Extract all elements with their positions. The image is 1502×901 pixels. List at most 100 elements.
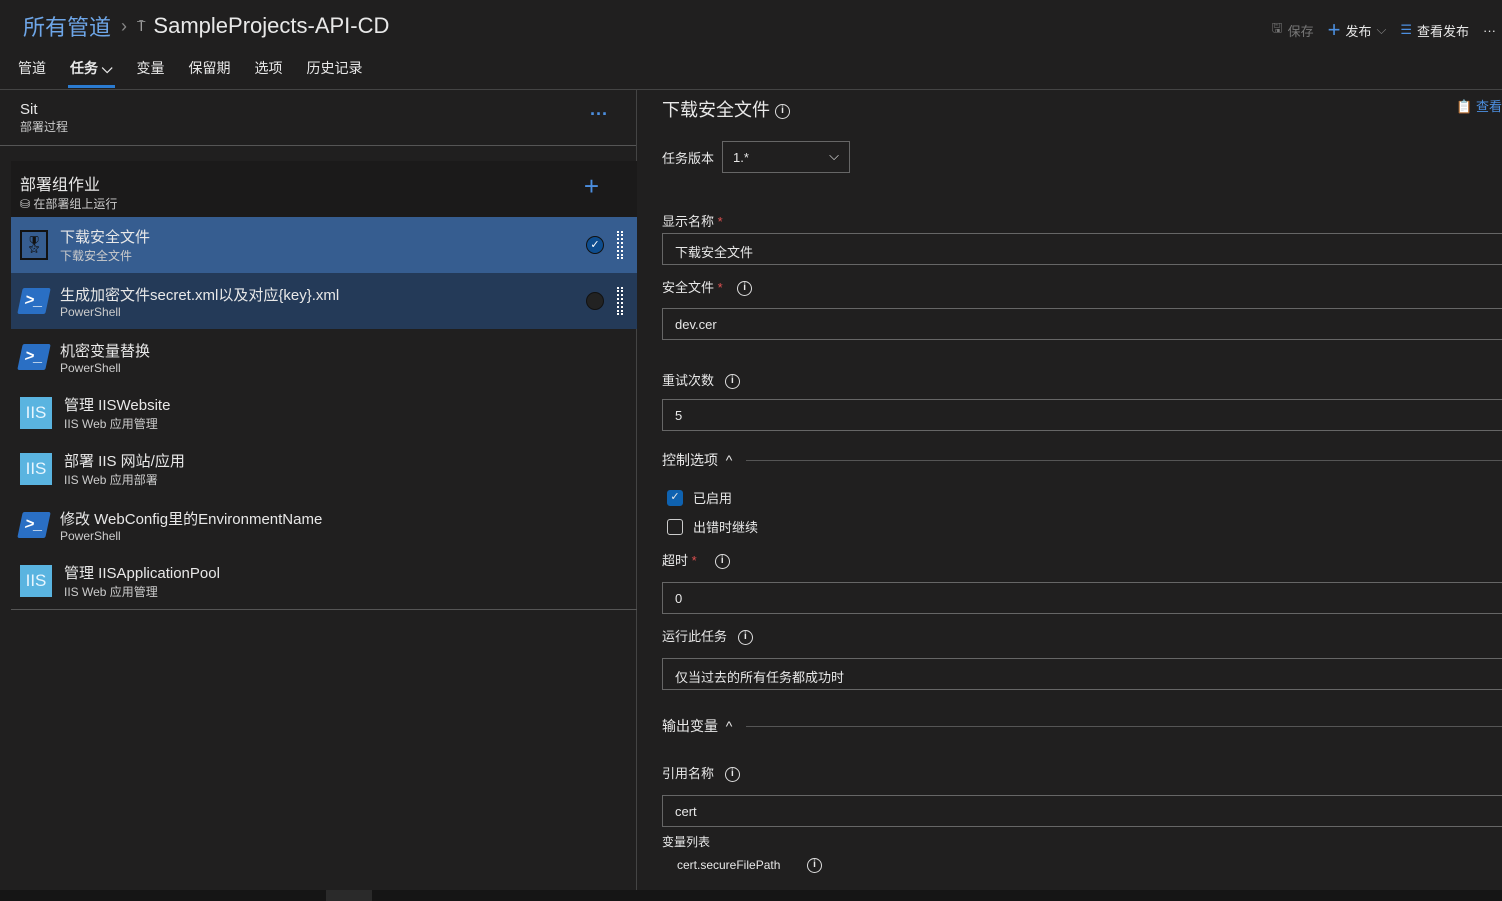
chevron-down-icon: ⌵ xyxy=(829,148,839,163)
powershell-icon: >_ xyxy=(17,512,51,538)
task-title: 机密变量替换 xyxy=(60,342,151,360)
iis-icon: IIS xyxy=(20,565,52,597)
divider xyxy=(746,459,1502,461)
info-icon[interactable]: i xyxy=(737,630,753,646)
info-icon[interactable]: i xyxy=(775,103,791,119)
task-item[interactable]: IIS 管理 IISWebsite IIS Web 应用管理 xyxy=(11,385,637,441)
label-text: 重试次数 xyxy=(662,373,715,388)
display-name-input[interactable]: 下载安全文件 xyxy=(662,233,1502,265)
continue-on-error-checkbox[interactable]: 出错时继续 xyxy=(667,517,758,536)
chevron-up-icon: ^ xyxy=(725,718,733,734)
powershell-icon: >_ xyxy=(17,344,51,370)
task-enabled-toggle[interactable]: ✓ xyxy=(586,236,604,254)
stage-header[interactable]: Sit 部署过程 ··· xyxy=(0,90,636,146)
drag-handle[interactable] xyxy=(617,287,623,315)
info-icon[interactable]: i xyxy=(714,554,730,570)
detail-title: 下载安全文件 i xyxy=(662,96,791,122)
stage-subtitle: 部署过程 xyxy=(20,120,69,134)
taskbar-active-app[interactable] xyxy=(326,890,372,901)
tab-pipeline[interactable]: 管道 xyxy=(18,58,46,88)
info-icon[interactable]: i xyxy=(807,858,823,874)
task-item[interactable]: >_ 修改 WebConfig里的EnvironmentName PowerShe… xyxy=(11,497,637,553)
toolbar: 🖫 保存 + 发布 ⌵ ☰ 查看发布 ··· xyxy=(1272,17,1497,43)
info-icon[interactable]: i xyxy=(724,374,740,390)
chevron-right-icon: › xyxy=(121,15,128,36)
release-label: 发布 xyxy=(1345,23,1372,39)
reference-name-label: 引用名称 i xyxy=(662,763,740,783)
stage-name: Sit xyxy=(20,101,38,118)
tab-retention[interactable]: 保留期 xyxy=(189,58,231,88)
variable-name: cert.secureFilePath xyxy=(677,858,781,872)
task-list-panel: Sit 部署过程 ··· 部署组作业 ⛁ 在部署组上运行 + 🎖 下载安全文件下… xyxy=(0,90,637,890)
stage-more-button[interactable]: ··· xyxy=(590,104,608,125)
drag-handle[interactable] xyxy=(617,231,623,259)
task-title: 管理 IISWebsite xyxy=(64,397,171,414)
chevron-down-icon: ⌵ xyxy=(1376,22,1387,37)
task-enabled-toggle[interactable] xyxy=(586,292,604,310)
task-subtitle: PowerShell xyxy=(60,360,121,375)
checkbox-label: 出错时继续 xyxy=(693,520,759,535)
view-releases-button[interactable]: ☰ 查看发布 xyxy=(1400,21,1469,40)
enabled-checkbox[interactable]: ✓ 已启用 xyxy=(667,488,732,507)
tab-tasks[interactable]: 任务 ⌵ xyxy=(68,58,115,88)
task-title: 管理 IISApplicationPool xyxy=(64,565,220,582)
secure-file-label: 安全文件 * i xyxy=(662,277,753,297)
view-releases-label: 查看发布 xyxy=(1416,23,1469,39)
tab-options[interactable]: 选项 xyxy=(255,58,283,88)
task-list: 🎖 下载安全文件 下载安全文件 ✓ >_ 生成加密文件secret.xml以及对应… xyxy=(11,217,637,610)
version-label: 任务版本 xyxy=(662,151,715,166)
more-button[interactable]: ··· xyxy=(1483,23,1496,38)
tab-tasks-label: 任务 xyxy=(70,60,98,76)
timeout-input[interactable]: 0 xyxy=(662,582,1502,614)
task-item[interactable]: IIS 管理 IISApplicationPool IIS Web 应用管理 xyxy=(11,553,637,609)
task-subtitle: IIS Web 应用部署 xyxy=(64,473,158,487)
timeout-label: 超时 * i xyxy=(662,550,730,570)
task-subtitle: PowerShell xyxy=(60,304,121,319)
task-subtitle: IIS Web 应用管理 xyxy=(64,417,158,431)
save-icon: 🖫 xyxy=(1271,20,1283,35)
retry-input[interactable]: 5 xyxy=(662,399,1502,431)
task-item[interactable]: IIS 部署 IIS 网站/应用 IIS Web 应用部署 xyxy=(11,441,637,497)
info-icon[interactable]: i xyxy=(737,281,753,297)
list-icon: ☰ xyxy=(1400,22,1412,37)
task-item[interactable]: >_ 生成加密文件secret.xml以及对应{key}.xml PowerShe… xyxy=(11,273,637,329)
run-condition-label: 运行此任务 i xyxy=(662,626,753,646)
task-title: 下载安全文件 xyxy=(60,229,151,246)
label-text: 运行此任务 xyxy=(662,629,728,644)
task-item[interactable]: >_ 机密变量替换 PowerShell xyxy=(11,329,637,385)
breadcrumb: 所有管道 › ⍑ SampleProjects-API-CD xyxy=(23,10,389,42)
required-marker: * xyxy=(717,214,723,229)
checkbox-unchecked-icon xyxy=(667,518,683,535)
secure-file-select[interactable]: dev.cer xyxy=(662,308,1502,340)
breadcrumb-all-pipelines[interactable]: 所有管道 xyxy=(23,10,111,42)
output-variables-section[interactable]: 输出变量 ^ xyxy=(662,716,1502,736)
add-task-button[interactable]: + xyxy=(584,171,599,202)
task-title: 修改 WebConfig里的EnvironmentName xyxy=(60,510,323,528)
section-title: 输出变量 xyxy=(662,718,718,734)
run-condition-select[interactable]: 仅当过去的所有任务都成功时 xyxy=(662,658,1502,690)
variable-item: cert.secureFilePath i xyxy=(677,858,823,874)
reference-name-input[interactable]: cert xyxy=(662,795,1502,827)
checkbox-checked-icon: ✓ xyxy=(667,489,683,506)
powershell-icon: >_ xyxy=(17,288,51,314)
tab-variables[interactable]: 变量 xyxy=(137,58,165,88)
divider xyxy=(746,725,1502,727)
pipeline-icon: ⍑ xyxy=(137,17,146,34)
display-name-label: 显示名称 * xyxy=(662,211,723,230)
tab-history[interactable]: 历史记录 xyxy=(307,58,363,88)
tab-bar: 管道 任务 ⌵ 变量 保留期 选项 历史记录 xyxy=(18,58,363,88)
iis-icon: IIS xyxy=(20,453,52,485)
deployment-group-job[interactable]: 部署组作业 ⛁ 在部署组上运行 + xyxy=(11,161,637,217)
label-text: 安全文件 xyxy=(662,280,715,295)
version-select[interactable]: 1.* ⌵ xyxy=(722,141,850,173)
save-button[interactable]: 🖫 保存 xyxy=(1272,19,1314,41)
job-subtitle-text: 在部署组上运行 xyxy=(33,197,118,211)
control-options-section[interactable]: 控制选项 ^ xyxy=(662,450,1502,470)
server-icon: ⛁ xyxy=(20,197,31,211)
task-item[interactable]: 🎖 下载安全文件 下载安全文件 ✓ xyxy=(11,217,637,273)
release-button[interactable]: + 发布 ⌵ xyxy=(1328,17,1387,43)
task-title: 生成加密文件secret.xml以及对应{key}.xml xyxy=(60,286,340,304)
checkbox-label: 已启用 xyxy=(693,491,733,506)
info-icon[interactable]: i xyxy=(724,767,740,783)
view-yaml-link[interactable]: 📋 查看 xyxy=(1456,96,1502,115)
